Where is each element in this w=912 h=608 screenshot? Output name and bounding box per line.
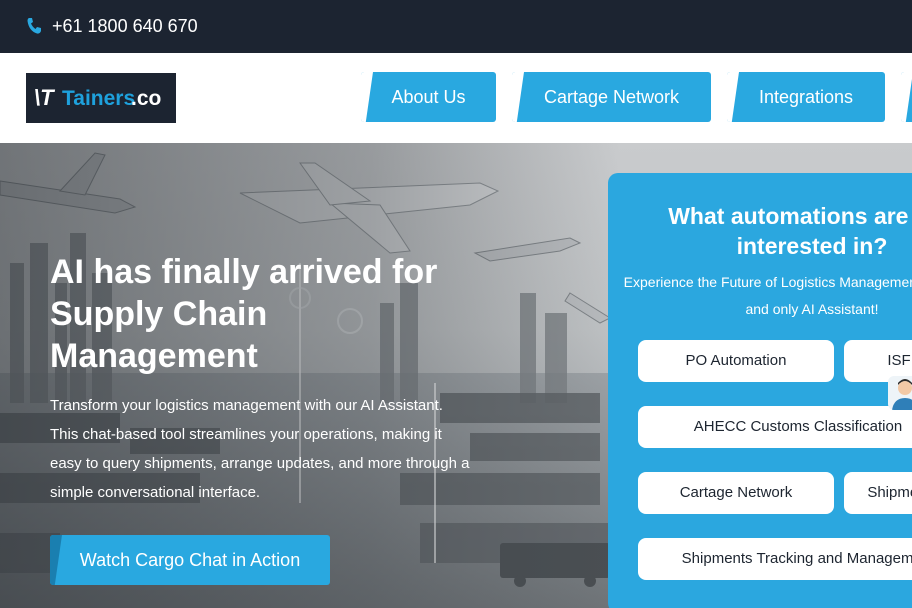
hero-section: AI has finally arrived for Supply Chain …	[0, 143, 912, 608]
chip-shipments-tracking[interactable]: Shipments Tracking and Management	[638, 538, 912, 580]
nav-integrations-label: Integrations	[758, 87, 854, 107]
nav-integrations[interactable]: Integrations	[727, 72, 885, 122]
chip-label: Cartage Network	[679, 484, 793, 501]
nav-notch	[512, 72, 524, 122]
panel-title: What automations are you interested in?	[668, 203, 912, 259]
panel-subtitle: Experience the Future of Logistics Manag…	[623, 274, 912, 317]
nav-notch	[901, 72, 912, 122]
hero-headline: AI has finally arrived for Supply Chain …	[50, 253, 438, 375]
cta-notch	[50, 535, 62, 585]
chip-label: AHECC Customs Classification	[693, 418, 903, 435]
nav-about-us[interactable]: About Us	[361, 72, 496, 122]
nav-notch	[727, 72, 739, 122]
nav-cartage-network[interactable]: Cartage Network	[512, 72, 711, 122]
nav-cartage-network-label: Cartage Network	[543, 87, 680, 107]
chip-label: Shipment	[867, 484, 912, 501]
logo-mark: \T	[34, 85, 54, 110]
watch-demo-label: Watch Cargo Chat in Action	[79, 550, 301, 570]
top-contact-bar: +61 1800 640 670	[0, 0, 912, 53]
nav-about-us-label: About Us	[391, 87, 466, 107]
hero-description: Transform your logistics management with…	[50, 397, 470, 501]
site-header: \T Tainers .co About Us Cartage Network …	[0, 53, 912, 143]
phone-number[interactable]: +61 1800 640 670	[52, 15, 198, 37]
nav-notch	[361, 72, 373, 122]
chip-label: PO Automation	[685, 352, 787, 369]
chat-avatar-icon[interactable]	[888, 376, 912, 410]
chip-ahecc-customs[interactable]: AHECC Customs Classification	[638, 406, 912, 448]
chip-shipment[interactable]: Shipment	[844, 472, 912, 514]
logo-suffix: .co	[131, 87, 162, 110]
nav-more[interactable]	[901, 72, 912, 122]
chip-po-automation[interactable]: PO Automation	[638, 340, 834, 382]
chip-cartage-network[interactable]: Cartage Network	[638, 472, 834, 514]
phone-icon	[27, 18, 41, 34]
chip-label: Shipments Tracking and Management	[681, 550, 912, 567]
watch-demo-button[interactable]: Watch Cargo Chat in Action	[50, 535, 330, 585]
logo-text: Tainers	[62, 87, 136, 110]
site-logo[interactable]: \T Tainers .co	[26, 73, 176, 123]
person-icon	[892, 379, 912, 410]
chip-label: ISF	[887, 352, 911, 369]
